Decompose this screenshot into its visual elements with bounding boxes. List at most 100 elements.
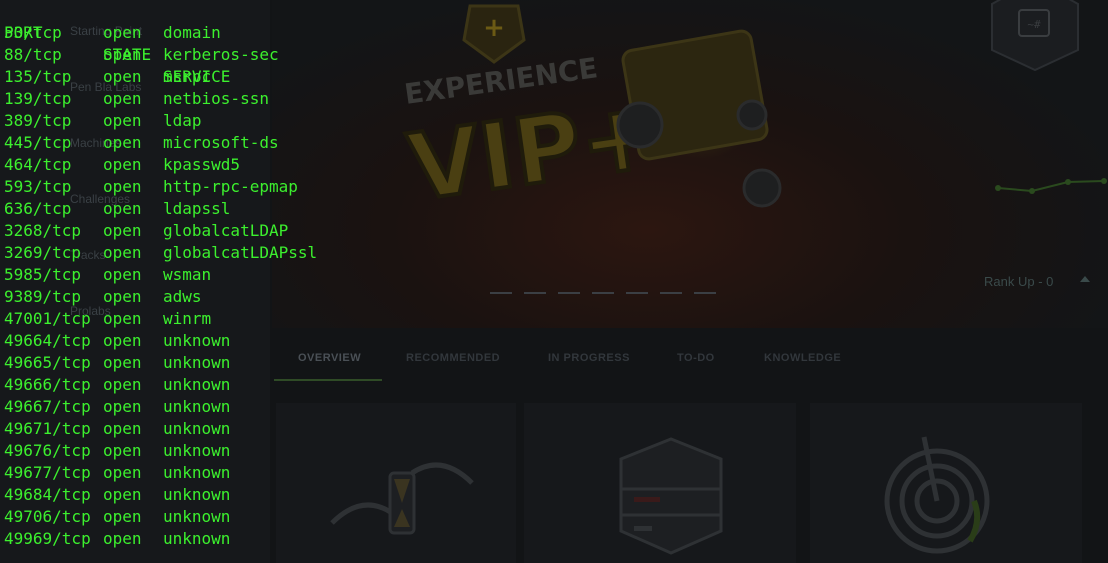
state-value: open xyxy=(103,331,142,350)
service-value: http-rpc-epmap xyxy=(163,177,298,196)
port-row: 135/tcp open msrpc xyxy=(0,66,211,88)
state-value: open xyxy=(103,23,142,42)
state-value: open xyxy=(103,441,142,460)
service-value: unknown xyxy=(163,529,231,548)
hourglass-hands-icon xyxy=(330,462,474,535)
service-value: unknown xyxy=(163,441,231,460)
state-value: open xyxy=(103,397,142,416)
port-row: 593/tcp open http-rpc-epmap xyxy=(0,176,298,198)
port-row: 49706/tcp open unknown xyxy=(0,506,230,528)
service-value: ldapssl xyxy=(163,199,231,218)
rank-up-label: Rank Up - 0 xyxy=(984,274,1054,289)
state-value: open xyxy=(103,287,142,306)
port-value: 49665/tcp xyxy=(4,353,91,372)
service-value: unknown xyxy=(163,397,231,416)
port-row: 49684/tcp open unknown xyxy=(0,484,230,506)
port-value: 3269/tcp xyxy=(4,243,82,262)
service-value: microsoft-ds xyxy=(163,133,279,152)
port-row: 49671/tcp open unknown xyxy=(0,418,230,440)
port-row: 389/tcp open ldap xyxy=(0,110,202,132)
state-value: open xyxy=(103,67,142,86)
port-value: 464/tcp xyxy=(4,155,72,174)
port-row: 53/tcp open domain xyxy=(0,22,221,44)
state-value: open xyxy=(103,199,142,218)
port-value: 49684/tcp xyxy=(4,485,91,504)
port-row: 49665/tcp open unknown xyxy=(0,352,230,374)
service-value: kerberos-sec xyxy=(163,45,279,64)
progress-sparkline xyxy=(995,178,1107,194)
service-value: winrm xyxy=(163,309,212,328)
port-row: 49664/tcp open unknown xyxy=(0,330,230,352)
port-row: 3269/tcp open globalcatLDAPssl xyxy=(0,242,317,264)
service-value: msrpc xyxy=(163,67,212,86)
port-value: 49666/tcp xyxy=(4,375,91,394)
tab-recommended[interactable]: RECOMMENDED xyxy=(406,352,500,364)
state-value: open xyxy=(103,111,142,130)
state-value: open xyxy=(103,265,142,284)
state-value: open xyxy=(103,45,142,64)
port-list: 53/tcp open domain 88/tcp open kerberos-sec 13… xyxy=(0,22,317,550)
nmap-output-terminal: PORT STATE SERVICE 53/tcp open domain 88/tc… xyxy=(0,0,317,550)
port-row: 139/tcp open netbios-ssn xyxy=(0,88,269,110)
terminal-header-row: PORT STATE SERVICE xyxy=(0,0,230,86)
state-value: open xyxy=(103,419,142,438)
tab-overview[interactable]: OVERVIEW xyxy=(298,352,361,364)
port-value: 49677/tcp xyxy=(4,463,91,482)
port-value: 5985/tcp xyxy=(4,265,82,284)
state-value: open xyxy=(103,353,142,372)
state-value: open xyxy=(103,221,142,240)
port-row: 49667/tcp open unknown xyxy=(0,396,230,418)
hexagon-badge-icon: ~# xyxy=(991,0,1079,72)
state-value: open xyxy=(103,309,142,328)
service-value: unknown xyxy=(163,485,231,504)
tab-knowledge[interactable]: KNOWLEDGE xyxy=(764,352,841,364)
overview-card[interactable] xyxy=(810,403,1082,563)
port-value: 49667/tcp xyxy=(4,397,91,416)
port-row: 5985/tcp open wsman xyxy=(0,264,211,286)
state-value: open xyxy=(103,133,142,152)
service-value: unknown xyxy=(163,463,231,482)
state-value: open xyxy=(103,177,142,196)
port-value: 9389/tcp xyxy=(4,287,82,306)
state-value: open xyxy=(103,485,142,504)
service-value: globalcatLDAPssl xyxy=(163,243,318,262)
port-value: 135/tcp xyxy=(4,67,72,86)
service-value: domain xyxy=(163,23,221,42)
port-value: 49671/tcp xyxy=(4,419,91,438)
port-value: 49676/tcp xyxy=(4,441,91,460)
server-stack-icon xyxy=(619,437,723,555)
state-value: open xyxy=(103,89,142,108)
port-row: 49677/tcp open unknown xyxy=(0,462,230,484)
port-row: 464/tcp open kpasswd5 xyxy=(0,154,240,176)
port-value: 49706/tcp xyxy=(4,507,91,526)
caret-up-icon[interactable] xyxy=(1080,276,1090,282)
service-value: globalcatLDAP xyxy=(163,221,289,240)
overview-card[interactable] xyxy=(524,403,796,563)
service-value: adws xyxy=(163,287,202,306)
port-row: 88/tcp open kerberos-sec xyxy=(0,44,279,66)
port-value: 47001/tcp xyxy=(4,309,91,328)
carousel-indicators[interactable] xyxy=(490,292,716,294)
port-row: 49676/tcp open unknown xyxy=(0,440,230,462)
state-value: open xyxy=(103,463,142,482)
content-tabs: OVERVIEW RECOMMENDED IN PROGRESS TO-DO K… xyxy=(272,340,1108,382)
service-value: unknown xyxy=(163,331,231,350)
maze-target-icon xyxy=(884,436,990,554)
tab-to-do[interactable]: TO-DO xyxy=(677,352,715,364)
port-value: 49664/tcp xyxy=(4,331,91,350)
overview-card[interactable] xyxy=(276,403,516,563)
port-value: 53/tcp xyxy=(4,23,62,42)
port-row: 49969/tcp open unknown xyxy=(0,528,230,550)
svg-text:~#: ~# xyxy=(1027,18,1041,31)
state-value: open xyxy=(103,529,142,548)
port-row: 49666/tcp open unknown xyxy=(0,374,230,396)
service-value: unknown xyxy=(163,353,231,372)
port-row: 47001/tcp open winrm xyxy=(0,308,211,330)
port-value: 49969/tcp xyxy=(4,529,91,548)
service-value: unknown xyxy=(163,375,231,394)
service-value: unknown xyxy=(163,419,231,438)
service-value: ldap xyxy=(163,111,202,130)
port-value: 389/tcp xyxy=(4,111,72,130)
tab-in-progress[interactable]: IN PROGRESS xyxy=(548,352,630,364)
port-value: 3268/tcp xyxy=(4,221,82,240)
